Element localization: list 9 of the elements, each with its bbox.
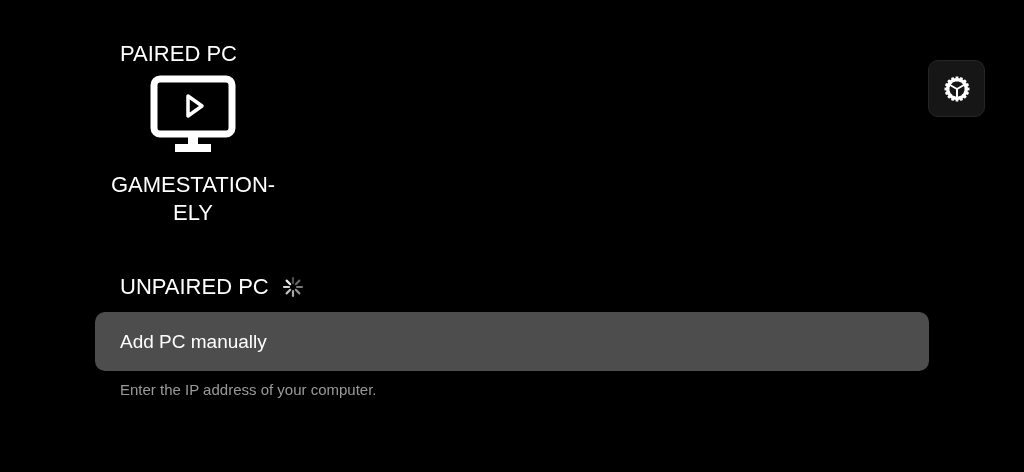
add-pc-button[interactable]: Add PC manually [95, 312, 929, 371]
settings-icon [942, 74, 971, 103]
section-heading: PAIRED PC [120, 40, 238, 68]
computer-tile[interactable]: GAMESTATION-ELY [98, 72, 288, 227]
monitor-play-icon [150, 75, 236, 153]
hint-text: Enter the IP address of your computer. [120, 381, 378, 398]
settings-button[interactable] [928, 60, 985, 117]
section-heading: UNPAIRED PC [120, 273, 269, 301]
loading-spinner-icon [280, 275, 305, 299]
